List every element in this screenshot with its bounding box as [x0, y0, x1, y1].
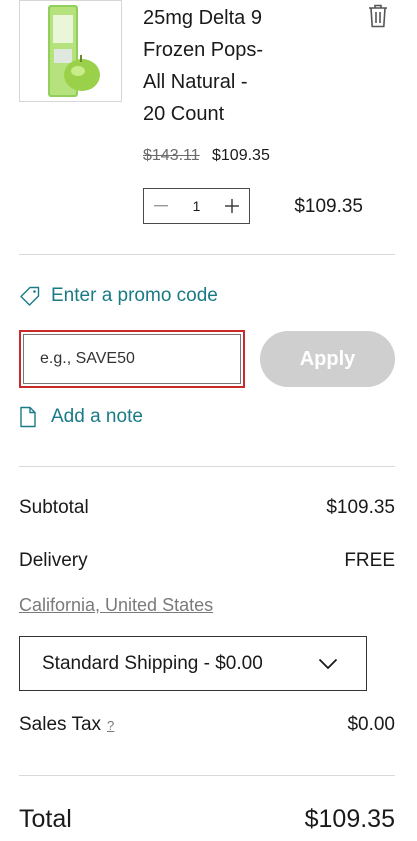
sales-tax-help-link[interactable]: ? — [107, 718, 114, 733]
tag-icon — [20, 286, 40, 306]
subtotal-value: $109.35 — [326, 497, 395, 518]
enter-promo-code-link[interactable]: Enter a promo code — [19, 285, 218, 307]
product-image[interactable] — [19, 0, 122, 102]
line-total: $109.35 — [294, 196, 363, 217]
promo-code-field-wrapper — [19, 330, 245, 388]
decrease-quantity-button[interactable] — [150, 195, 172, 217]
chevron-down-icon — [318, 658, 338, 669]
total-value: $109.35 — [304, 805, 395, 833]
divider — [19, 466, 395, 467]
shipping-method-select[interactable]: Standard Shipping - $0.00 — [19, 636, 367, 691]
promo-code-input[interactable] — [23, 334, 241, 384]
total-label: Total — [19, 805, 72, 833]
minus-icon — [154, 205, 168, 207]
increase-quantity-button[interactable] — [221, 195, 243, 217]
trash-icon — [369, 4, 387, 28]
original-price: $143.11 — [143, 147, 200, 164]
subtotal-label: Subtotal — [19, 497, 89, 518]
quantity-value[interactable]: 1 — [193, 198, 201, 214]
product-title-line: 25mg Delta 9 — [143, 7, 262, 29]
product-image-graphic — [20, 1, 121, 101]
delivery-value: FREE — [344, 550, 395, 571]
promo-link-label: Enter a promo code — [51, 285, 218, 306]
sales-tax-label: Sales Tax — [19, 714, 102, 735]
document-icon — [20, 406, 36, 428]
divider — [19, 775, 395, 776]
plus-icon — [224, 199, 239, 213]
sales-tax-row-label: Sales Tax? — [19, 714, 114, 736]
sales-tax-value: $0.00 — [347, 714, 395, 735]
apply-promo-button[interactable]: Apply — [260, 331, 395, 387]
quantity-stepper[interactable]: 1 — [143, 188, 250, 224]
add-note-link[interactable]: Add a note — [19, 406, 143, 428]
product-title-line: All Natural - — [143, 71, 248, 93]
remove-item-button[interactable] — [366, 3, 390, 29]
product-title-line: 20 Count — [143, 103, 225, 125]
delivery-label: Delivery — [19, 550, 88, 571]
shipping-location-link[interactable]: California, United States — [19, 595, 213, 616]
sale-price: $109.35 — [212, 147, 270, 164]
divider — [19, 254, 395, 255]
add-note-label: Add a note — [51, 406, 143, 427]
product-title-line: Frozen Pops- — [143, 39, 264, 61]
shipping-method-value: Standard Shipping - $0.00 — [42, 652, 263, 674]
product-title[interactable]: 25mg Delta 9 Frozen Pops- All Natural - … — [143, 2, 348, 130]
